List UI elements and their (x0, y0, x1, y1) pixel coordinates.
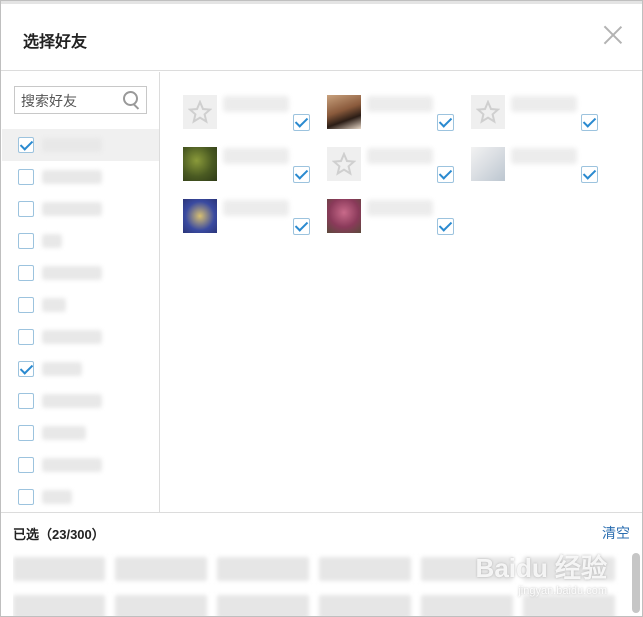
friend-list-panel (2, 72, 160, 512)
selected-friends-grid (171, 86, 631, 506)
friend-name-blurred (511, 96, 577, 112)
selected-chip[interactable] (115, 557, 207, 581)
friend-checkbox[interactable] (293, 218, 310, 235)
photo-avatar-icon (183, 199, 217, 233)
friend-name-blurred (42, 138, 102, 152)
friend-card[interactable] (459, 86, 598, 131)
search-icon[interactable] (118, 87, 146, 113)
watermark-logo: Baidu 经验 (475, 553, 607, 583)
friend-card[interactable] (171, 86, 310, 131)
friend-checkbox[interactable] (18, 169, 34, 185)
list-item[interactable] (2, 257, 159, 289)
selected-chip[interactable] (13, 557, 105, 581)
selected-chip[interactable] (421, 595, 513, 616)
friend-name-blurred (367, 148, 433, 164)
friend-card[interactable] (315, 190, 454, 235)
friend-checkbox[interactable] (18, 265, 34, 281)
friend-checkbox[interactable] (18, 489, 34, 505)
friend-name-blurred (42, 202, 102, 216)
friend-name-blurred (42, 426, 86, 440)
friend-checkbox[interactable] (437, 114, 454, 131)
friend-checkbox[interactable] (18, 201, 34, 217)
watermark-url: jingyan.baidu.com (518, 585, 607, 597)
selected-count: 已选（23/300） (13, 527, 105, 542)
friend-name-blurred (223, 96, 289, 112)
friend-name-blurred (223, 200, 289, 216)
friend-card[interactable] (171, 138, 310, 183)
list-item[interactable] (2, 289, 159, 321)
photo-avatar-icon (471, 147, 505, 181)
list-item[interactable] (2, 225, 159, 257)
friend-checkbox[interactable] (18, 329, 34, 345)
photo-avatar-icon (183, 147, 217, 181)
friend-name-blurred (42, 330, 102, 344)
star-avatar-icon (471, 95, 505, 129)
star-avatar-icon (327, 147, 361, 181)
search-input[interactable] (19, 90, 123, 112)
friend-checkbox[interactable] (18, 393, 34, 409)
friend-checkbox[interactable] (18, 297, 34, 313)
search-box (14, 86, 147, 114)
close-icon[interactable] (602, 24, 624, 46)
friend-card[interactable] (315, 138, 454, 183)
selected-chip[interactable] (13, 595, 105, 616)
select-friends-dialog: 选择好友 搜索好友 已选（23/300） 清空 (0, 0, 643, 617)
selected-chip[interactable] (319, 595, 411, 616)
friend-name-blurred (223, 148, 289, 164)
list-item[interactable] (2, 449, 159, 481)
dialog-title: 选择好友 (23, 34, 88, 51)
friend-name-blurred (42, 298, 66, 312)
friend-name-blurred (367, 96, 433, 112)
friend-checkbox[interactable] (18, 233, 34, 249)
selected-chip[interactable] (217, 557, 309, 581)
friend-name-blurred (42, 362, 82, 376)
list-item[interactable] (2, 481, 159, 512)
friend-name-blurred (42, 234, 62, 248)
friend-card[interactable] (171, 190, 310, 235)
friend-name-blurred (367, 200, 433, 216)
friend-checkbox[interactable] (18, 425, 34, 441)
friend-checkbox[interactable] (293, 114, 310, 131)
list-item[interactable] (2, 353, 159, 385)
list-item[interactable] (2, 417, 159, 449)
friend-checkbox[interactable] (581, 166, 598, 183)
selected-chip[interactable] (115, 595, 207, 616)
friend-name-blurred (42, 490, 72, 504)
selected-chip[interactable] (523, 595, 615, 616)
friend-checkbox[interactable] (437, 166, 454, 183)
list-item[interactable] (2, 385, 159, 417)
friend-card[interactable] (315, 86, 454, 131)
friend-name-blurred (42, 394, 102, 408)
star-avatar-icon (183, 95, 217, 129)
list-item[interactable] (2, 321, 159, 353)
friend-checkbox[interactable] (18, 361, 34, 377)
list-item[interactable] (2, 193, 159, 225)
list-item[interactable] (2, 161, 159, 193)
photo-avatar-icon (327, 95, 361, 129)
friend-name-blurred (42, 170, 102, 184)
friend-name-blurred (42, 266, 102, 280)
chips-scrollbar[interactable] (632, 553, 640, 613)
photo-avatar-icon (327, 199, 361, 233)
friend-checkbox[interactable] (18, 457, 34, 473)
friend-checkbox[interactable] (18, 137, 34, 153)
list-item[interactable] (2, 129, 159, 161)
friend-checkbox[interactable] (437, 218, 454, 235)
friend-name-blurred (42, 458, 102, 472)
friend-list (2, 129, 159, 512)
clear-button[interactable]: 清空 (602, 523, 630, 543)
selected-chip[interactable] (319, 557, 411, 581)
dialog-header: 选择好友 (1, 4, 642, 71)
friend-checkbox[interactable] (581, 114, 598, 131)
friend-checkbox[interactable] (293, 166, 310, 183)
selected-chip[interactable] (217, 595, 309, 616)
friend-card[interactable] (459, 138, 598, 183)
friend-name-blurred (511, 148, 577, 164)
